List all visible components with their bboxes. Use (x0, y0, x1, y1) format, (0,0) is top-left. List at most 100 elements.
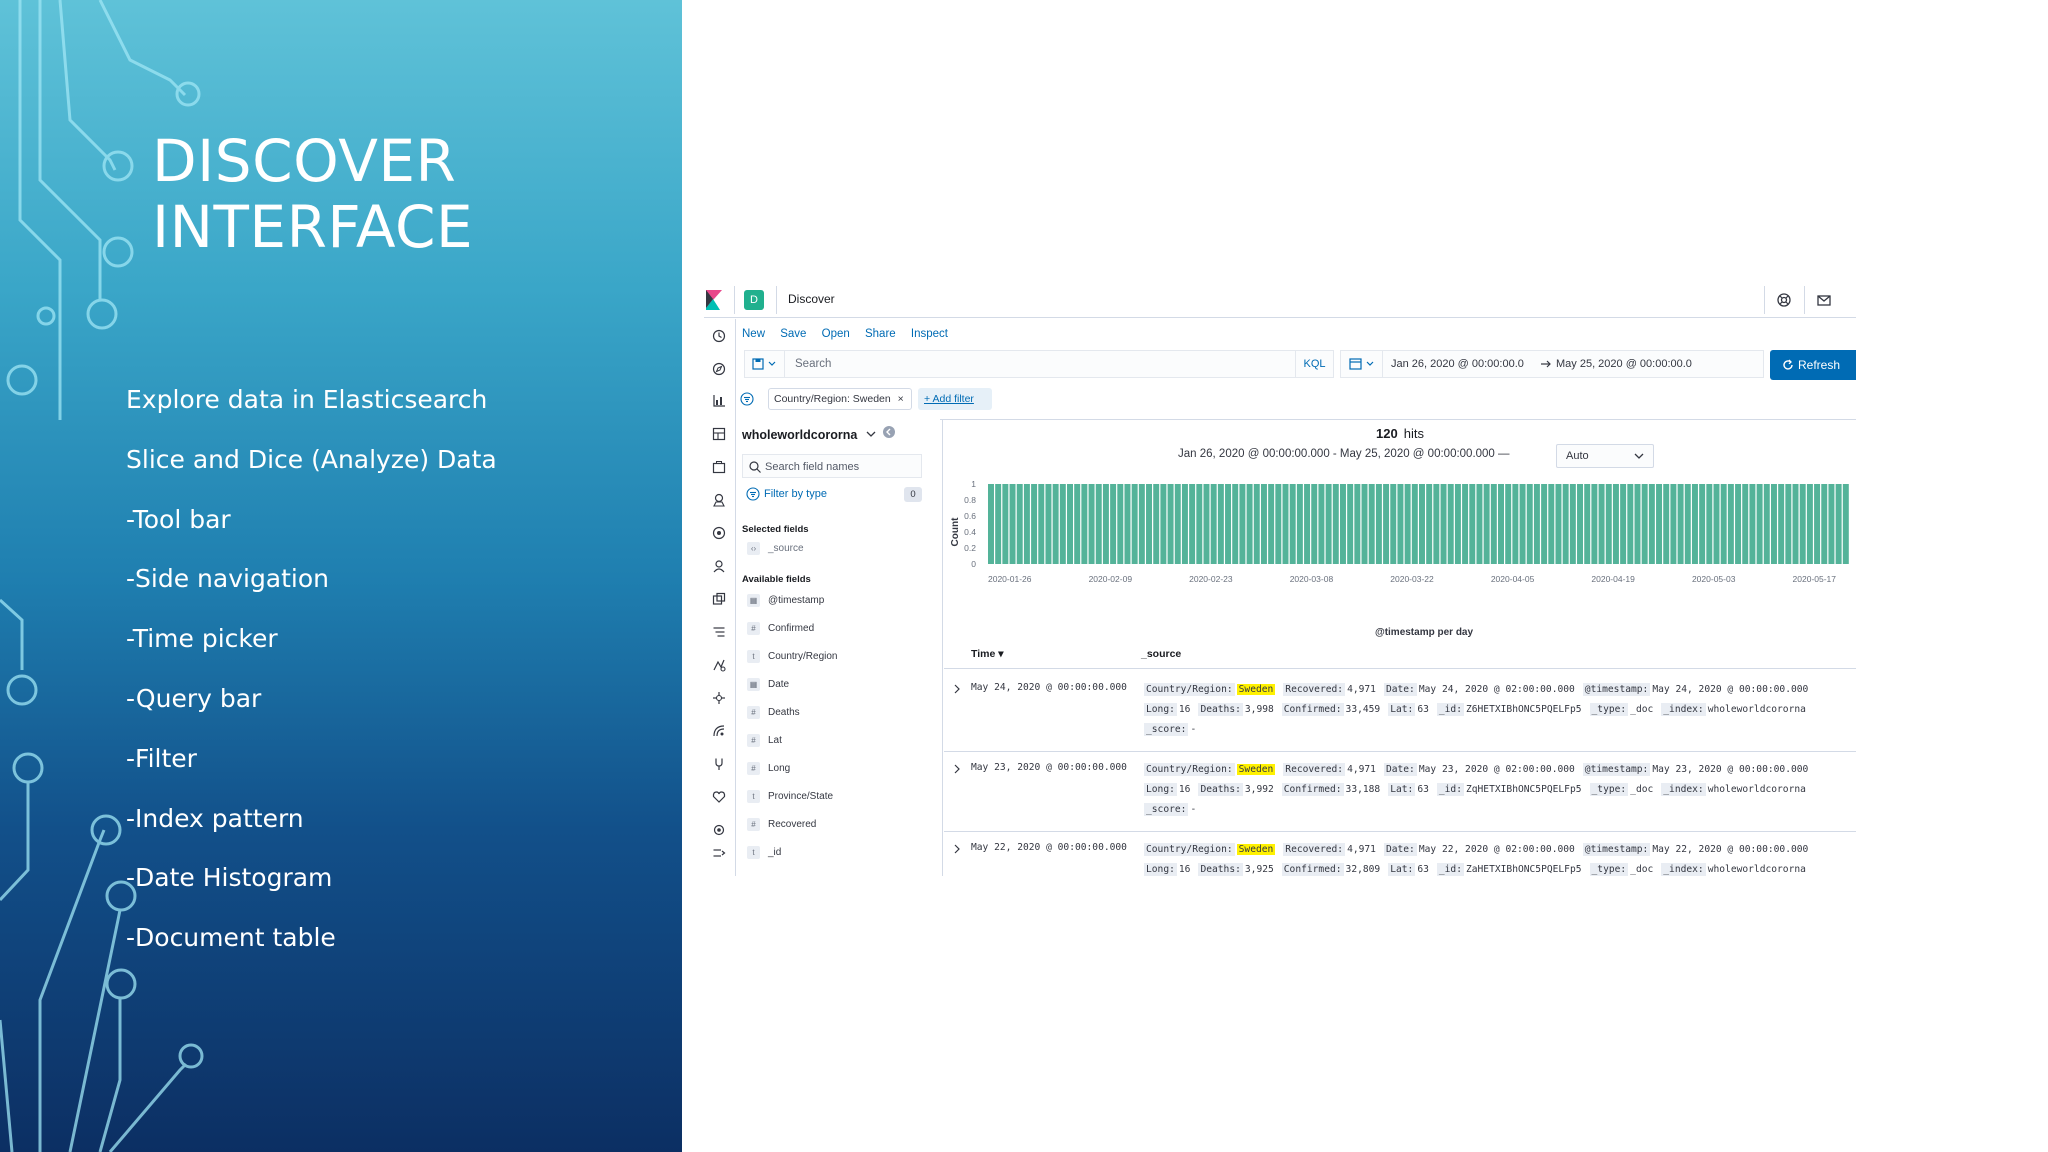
histogram-bar[interactable] (1440, 484, 1447, 564)
histogram-bar[interactable] (1634, 484, 1641, 564)
histogram-bar[interactable] (1146, 484, 1153, 564)
histogram-bar[interactable] (1584, 484, 1591, 564)
expand-row-icon[interactable] (952, 842, 962, 860)
histogram-bar[interactable] (1016, 484, 1023, 564)
histogram-bar[interactable] (1138, 484, 1145, 564)
histogram-bar[interactable] (1390, 484, 1397, 564)
field-item[interactable]: # Deaths (747, 706, 800, 722)
collapse-sidebar-icon[interactable] (883, 426, 895, 438)
histogram-bar[interactable] (1562, 484, 1569, 564)
histogram-bar[interactable] (1835, 484, 1842, 564)
histogram-bar[interactable] (1512, 484, 1519, 564)
discover-compass-icon[interactable] (712, 362, 726, 376)
table-row[interactable]: May 23, 2020 @ 00:00:00.000 Country/Regio… (944, 754, 1856, 832)
histogram-bar[interactable] (1282, 484, 1289, 564)
ml-icon[interactable] (712, 526, 726, 540)
histogram-bar[interactable] (1792, 484, 1799, 564)
mail-icon[interactable] (1814, 290, 1834, 310)
histogram-bar[interactable] (1375, 484, 1382, 564)
field-item[interactable]: t _id (747, 846, 781, 862)
histogram-bar[interactable] (1196, 484, 1203, 564)
histogram-bar[interactable] (1296, 484, 1303, 564)
histogram-bar[interactable] (1167, 484, 1174, 564)
space-avatar[interactable]: D (744, 290, 764, 310)
histogram-bar[interactable] (1289, 484, 1296, 564)
histogram-bar[interactable] (1246, 484, 1253, 564)
field-item[interactable]: # Confirmed (747, 622, 814, 638)
histogram-bar[interactable] (1383, 484, 1390, 564)
histogram-bar[interactable] (1569, 484, 1576, 564)
histogram-bar[interactable] (1023, 484, 1030, 564)
histogram-bar[interactable] (1095, 484, 1102, 564)
table-row[interactable]: May 22, 2020 @ 00:00:00.000 Country/Regio… (944, 834, 1856, 876)
histogram-bar[interactable] (1419, 484, 1425, 564)
histogram-bar[interactable] (1332, 484, 1339, 564)
logs-icon[interactable] (712, 625, 726, 639)
histogram-bar[interactable] (995, 484, 1002, 564)
refresh-button[interactable]: Refresh (1770, 350, 1856, 380)
histogram-bar[interactable] (1102, 484, 1109, 564)
menu-inspect[interactable]: Inspect (911, 328, 948, 340)
histogram-bar[interactable] (1605, 484, 1612, 564)
histogram-bar[interactable] (1160, 484, 1167, 564)
field-item[interactable]: t Country/Region (747, 650, 837, 666)
histogram-bar[interactable] (1038, 484, 1045, 564)
expand-row-icon[interactable] (952, 762, 962, 780)
index-pattern-selector[interactable]: wholeworldcororna (742, 428, 877, 442)
kibana-logo-icon[interactable] (706, 290, 722, 310)
histogram-bar[interactable] (1591, 484, 1598, 564)
siem-icon[interactable] (712, 724, 726, 738)
histogram-bar[interactable] (1519, 484, 1526, 564)
saved-query-button[interactable] (745, 351, 785, 377)
histogram-bar[interactable] (1806, 484, 1813, 564)
histogram-bar[interactable] (1598, 484, 1605, 564)
histogram-bar[interactable] (1727, 484, 1734, 564)
histogram-bar[interactable] (1684, 484, 1691, 564)
histogram-bar[interactable] (1706, 484, 1713, 564)
field-item[interactable]: t Province/State (747, 790, 833, 806)
histogram-bar[interactable] (1577, 484, 1584, 564)
collapse-nav-icon[interactable] (712, 846, 726, 860)
histogram-bar[interactable] (1677, 484, 1684, 564)
histogram-bar[interactable] (1814, 484, 1821, 564)
histogram-bar[interactable] (1785, 484, 1792, 564)
field-item[interactable]: # Recovered (747, 818, 816, 834)
histogram-bar[interactable] (1117, 484, 1124, 564)
histogram-bar[interactable] (1131, 484, 1138, 564)
histogram-bar[interactable] (1627, 484, 1634, 564)
histogram-bar[interactable] (1225, 484, 1232, 564)
histogram-bar[interactable] (1009, 484, 1016, 564)
table-row[interactable]: May 24, 2020 @ 00:00:00.000 Country/Regio… (944, 674, 1856, 752)
histogram-bar[interactable] (1490, 484, 1497, 564)
histogram-bar[interactable] (1354, 484, 1361, 564)
histogram-bar[interactable] (1842, 484, 1849, 564)
histogram-bar[interactable] (1821, 484, 1828, 564)
histogram-bar[interactable] (1778, 484, 1785, 564)
histogram-bar[interactable] (1483, 484, 1490, 564)
dev-tools-icon[interactable] (712, 757, 726, 771)
time-column-header[interactable]: Time ▾ (971, 648, 1004, 660)
histogram-bar[interactable] (1052, 484, 1059, 564)
histogram-bar[interactable] (1426, 484, 1433, 564)
histogram-bar[interactable] (1059, 484, 1066, 564)
histogram-bar[interactable] (1756, 484, 1763, 564)
histogram-bar[interactable] (1691, 484, 1698, 564)
histogram-bar[interactable] (1339, 484, 1346, 564)
histogram-bar[interactable] (1641, 484, 1648, 564)
histogram-bar[interactable] (1081, 484, 1088, 564)
field-item[interactable]: ▦ Date (747, 678, 789, 694)
apm-icon[interactable] (712, 658, 726, 672)
histogram-bar[interactable] (1239, 484, 1246, 564)
histogram-bar[interactable] (1555, 484, 1562, 564)
histogram-bar[interactable] (1533, 484, 1540, 564)
histogram-bar[interactable] (1648, 484, 1655, 564)
monitoring-icon[interactable] (712, 790, 726, 804)
field-item[interactable]: ▦ @timestamp (747, 594, 824, 610)
filter-options-icon[interactable] (740, 392, 754, 406)
add-filter-button[interactable]: + Add filter (918, 388, 992, 410)
histogram-bar[interactable] (1699, 484, 1706, 564)
maps-icon[interactable] (712, 493, 726, 507)
histogram-bar[interactable] (1260, 484, 1267, 564)
field-item[interactable]: # Lat (747, 734, 782, 750)
histogram-bar[interactable] (1203, 484, 1210, 564)
